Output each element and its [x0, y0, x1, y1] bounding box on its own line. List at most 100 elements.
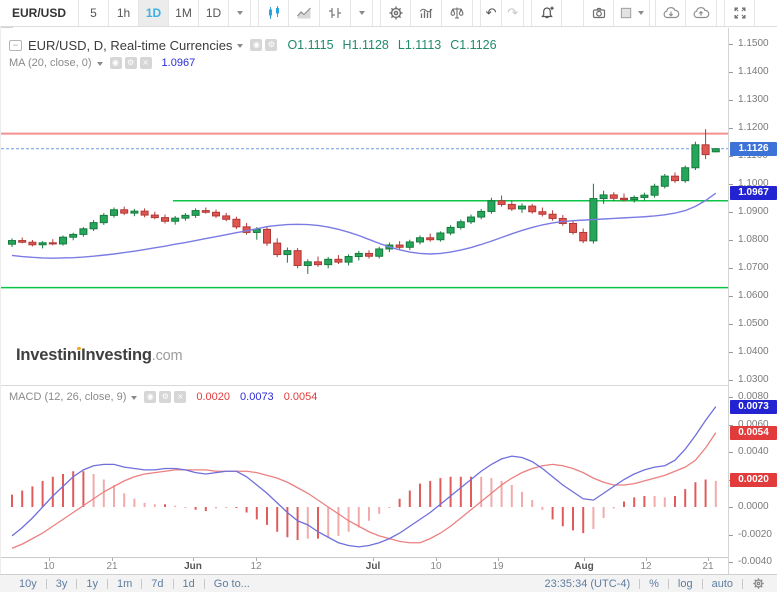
- redo-icon: ↷: [507, 6, 518, 21]
- candle-body: [457, 222, 464, 228]
- layout-template-button[interactable]: [614, 0, 650, 26]
- candle-body: [488, 201, 495, 212]
- screenshot-button[interactable]: [583, 0, 614, 26]
- candle-body: [90, 223, 97, 229]
- candle-body: [80, 229, 87, 235]
- indicators-button[interactable]: [411, 0, 442, 26]
- redo-button[interactable]: ↷: [502, 0, 524, 26]
- candle-body: [406, 242, 413, 247]
- ma-price-label: 1.0967: [730, 186, 777, 200]
- close-icon[interactable]: ×: [174, 391, 186, 403]
- eye-icon[interactable]: ◉: [250, 39, 262, 51]
- timeframe-1m-button[interactable]: 1M: [169, 0, 199, 26]
- candlestick-type-button[interactable]: [258, 0, 289, 26]
- gear-icon[interactable]: ⚙: [125, 57, 137, 69]
- load-layout-button[interactable]: [655, 0, 686, 26]
- chart-settings-button[interactable]: [380, 0, 411, 26]
- price-axis[interactable]: 1.15001.14001.13001.12001.11001.10001.09…: [728, 28, 777, 574]
- macd-histogram-bar: [419, 484, 421, 507]
- candle-body: [376, 249, 383, 256]
- symbol-button[interactable]: EUR/USD: [0, 0, 79, 26]
- watermark-logo: InvestinıInvesting.com: [16, 346, 182, 365]
- cloud-upload-icon: [692, 5, 710, 21]
- range-10y-button[interactable]: 10y: [10, 578, 46, 590]
- macd-histogram-value: 0.0020: [196, 391, 230, 403]
- range-1m-button[interactable]: 1m: [108, 578, 141, 590]
- save-layout-button[interactable]: [686, 0, 717, 26]
- candle-body: [355, 253, 362, 256]
- auto-scale-button[interactable]: auto: [703, 578, 742, 590]
- candle-body: [141, 211, 148, 215]
- macd-histogram-bar: [123, 493, 125, 507]
- timeframe-5-button[interactable]: 5: [79, 0, 109, 26]
- goto-date-button[interactable]: Go to...: [205, 578, 259, 590]
- timeframe-dropdown[interactable]: [229, 0, 251, 26]
- chevron-down-icon[interactable]: [97, 62, 103, 66]
- candle-body: [417, 238, 424, 242]
- macd-histogram-bar: [164, 504, 166, 507]
- compare-instrument-button[interactable]: [320, 0, 351, 26]
- main-price-chart[interactable]: [1, 28, 728, 385]
- macd-histogram-bar: [113, 485, 115, 507]
- collapse-pane-icon[interactable]: −: [9, 40, 22, 51]
- chart-type-dropdown[interactable]: [351, 0, 373, 26]
- price-tick-label: 1.0800: [729, 234, 777, 246]
- percent-scale-button[interactable]: %: [640, 578, 668, 590]
- ma-legend: MA (20, close, 0) ◉ ⚙ × 1.0967: [9, 56, 195, 70]
- macd-histogram-bar: [368, 507, 370, 521]
- ma-label[interactable]: MA (20, close, 0): [9, 57, 92, 69]
- undo-button[interactable]: ↶: [480, 0, 502, 26]
- price-tick-label: 1.0300: [729, 374, 777, 386]
- timeframe-1h-button[interactable]: 1h: [109, 0, 139, 26]
- macd-histogram-bar: [195, 507, 197, 510]
- macd-label[interactable]: MACD (12, 26, close, 9): [9, 391, 126, 403]
- high-value: H1.1128: [343, 38, 389, 52]
- range-3y-button[interactable]: 3y: [47, 578, 77, 590]
- chart-title[interactable]: EUR/USD, D, Real-time Currencies: [28, 38, 232, 53]
- compare-icon: [327, 5, 343, 21]
- axis-settings-button[interactable]: [743, 577, 767, 591]
- compare-scales-button[interactable]: [442, 0, 473, 26]
- macd-histogram-bar: [429, 481, 431, 507]
- candle-body: [702, 145, 709, 155]
- area-chart-type-button[interactable]: [289, 0, 320, 26]
- chevron-down-icon[interactable]: [131, 396, 137, 400]
- timeframe-1d-button[interactable]: 1D: [139, 0, 169, 26]
- macd-histogram-bar: [470, 477, 472, 507]
- candle-body: [202, 211, 209, 213]
- brand-suffix: .com: [152, 348, 183, 364]
- fullscreen-button[interactable]: [724, 0, 755, 26]
- create-alert-button[interactable]: [531, 0, 562, 26]
- macd-histogram-bar: [225, 507, 227, 508]
- macd-histogram-bar: [643, 496, 645, 507]
- gear-icon[interactable]: ⚙: [159, 391, 171, 403]
- candle-body: [468, 217, 475, 222]
- fullscreen-icon: [732, 5, 748, 21]
- candle-body: [49, 243, 56, 244]
- indicators-icon: [418, 5, 434, 21]
- macd-histogram-bar: [694, 482, 696, 507]
- close-icon[interactable]: ×: [140, 57, 152, 69]
- chevron-down-icon[interactable]: [237, 44, 243, 48]
- range-1d-button[interactable]: 1d: [174, 578, 204, 590]
- candle-body: [600, 195, 607, 199]
- candle-body: [304, 262, 311, 266]
- macd-histogram-bar: [154, 504, 156, 507]
- macd-indicator-chart[interactable]: [1, 386, 728, 556]
- candle-body: [70, 234, 77, 237]
- pane-divider[interactable]: [1, 385, 777, 386]
- range-7d-button[interactable]: 7d: [142, 578, 172, 590]
- macd-histogram-bar: [684, 489, 686, 507]
- macd-histogram-bar: [82, 471, 84, 507]
- macd-histogram-bar: [52, 477, 54, 507]
- time-axis[interactable]: 1021Jun12Jul1019Aug1221: [1, 557, 728, 574]
- eye-icon[interactable]: ◉: [144, 391, 156, 403]
- range-1y-button[interactable]: 1y: [77, 578, 107, 590]
- candle-body: [213, 212, 220, 216]
- timeframe-1d2-button[interactable]: 1D: [199, 0, 229, 26]
- clock-label[interactable]: 23:35:34 (UTC-4): [536, 578, 640, 590]
- log-scale-button[interactable]: log: [669, 578, 702, 590]
- eye-icon[interactable]: ◉: [110, 57, 122, 69]
- chart-legend: − EUR/USD, D, Real-time Currencies ◉ ⚙ O…: [9, 37, 497, 53]
- gear-icon[interactable]: ⚙: [265, 39, 277, 51]
